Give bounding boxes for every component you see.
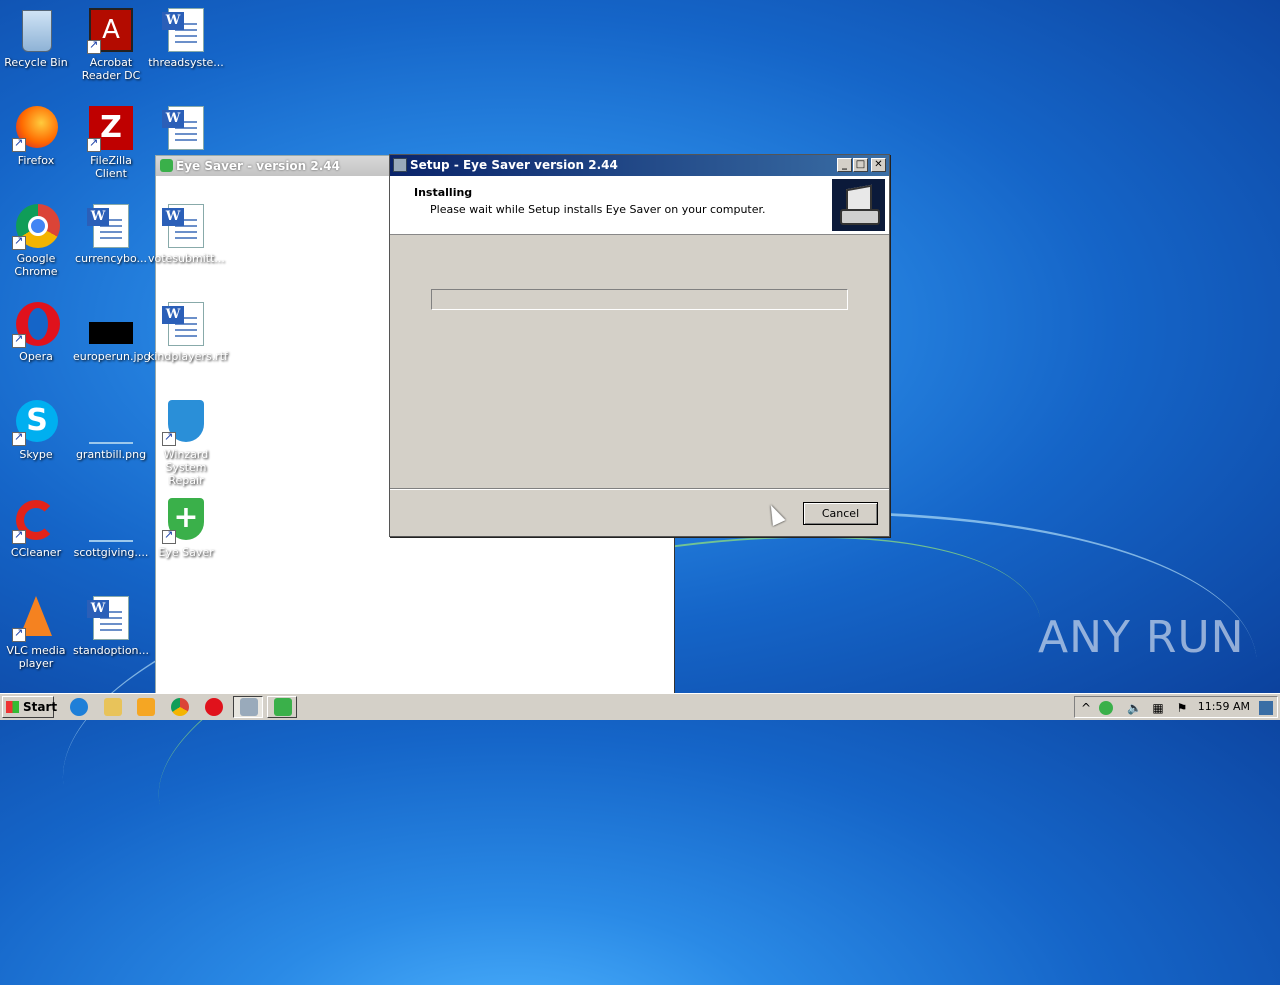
- anyrun-watermark: ANY RUN: [1038, 612, 1245, 663]
- desktop-icon-opera[interactable]: Opera: [0, 300, 74, 363]
- desktop-icon-filezilla[interactable]: Z FileZilla Client: [73, 104, 149, 180]
- setup-header: Installing Please wait while Setup insta…: [390, 176, 889, 235]
- skype-icon: S: [12, 398, 60, 446]
- close-button[interactable]: ✕: [871, 158, 886, 172]
- network-icon[interactable]: ▦: [1151, 701, 1165, 715]
- desktop-icon-standoption[interactable]: W standoption...: [73, 594, 149, 657]
- eye-saver-tray-icon[interactable]: [1099, 701, 1113, 715]
- word-document-icon: W: [162, 300, 210, 348]
- setup-dialog[interactable]: Setup - Eye Saver version 2.44 _ □ ✕ Ins…: [389, 154, 890, 537]
- setup-subheading: Please wait while Setup installs Eye Sav…: [430, 203, 766, 216]
- maximize-button[interactable]: □: [853, 158, 868, 172]
- start-button[interactable]: Start: [2, 696, 57, 718]
- filezilla-icon: Z: [87, 104, 135, 152]
- setup-taskbar-icon: [240, 698, 258, 716]
- windows-flag-icon: [6, 701, 19, 713]
- desktop-icon-google-chrome[interactable]: Google Chrome: [0, 202, 74, 278]
- setup-heading: Installing: [414, 186, 473, 199]
- ccleaner-icon: [12, 496, 60, 544]
- image-file-icon: [87, 496, 135, 544]
- word-document-icon: W: [87, 594, 135, 642]
- installer-computer-icon: [832, 179, 885, 231]
- image-file-icon: [87, 398, 135, 446]
- desktop-icon-currencybo[interactable]: W currencybo...: [73, 202, 149, 265]
- media-player-icon[interactable]: [137, 698, 155, 716]
- chrome-taskbar-icon[interactable]: [171, 698, 189, 716]
- desktop-icon-kindplayers[interactable]: W kindplayers.rtf: [148, 300, 228, 363]
- firefox-icon: [12, 104, 60, 152]
- system-tray: ^ 🔈 ▦ ⚑ 11:59 AM: [1074, 696, 1278, 718]
- chrome-icon: [12, 202, 60, 250]
- opera-icon: [12, 300, 60, 348]
- eye-saver-app-icon: [160, 159, 173, 172]
- minimize-button[interactable]: _: [837, 158, 852, 172]
- desktop-icon-grantbill[interactable]: grantbill.png: [73, 398, 149, 461]
- opera-taskbar-icon[interactable]: [205, 698, 223, 716]
- volume-icon[interactable]: 🔈: [1127, 701, 1142, 715]
- shield-icon: [162, 398, 210, 446]
- word-document-icon: W: [162, 6, 210, 54]
- desktop-icon-scottgiving[interactable]: scottgiving....: [73, 496, 149, 559]
- desktop-icon-europerun[interactable]: europerun.jpg: [73, 300, 150, 363]
- desktop-icon-recycle-bin[interactable]: Recycle Bin: [0, 6, 74, 69]
- show-hidden-icons-icon[interactable]: ^: [1079, 701, 1093, 715]
- clock[interactable]: 11:59 AM: [1198, 700, 1250, 713]
- desktop-icon-votesubmitt[interactable]: W votesubmitt...: [148, 202, 225, 265]
- desktop-icon-ccleaner[interactable]: CCleaner: [0, 496, 74, 559]
- desktop-icon-word-doc[interactable]: W: [148, 104, 224, 154]
- desktop-icon-acrobat-reader[interactable]: A Acrobat Reader DC: [73, 6, 149, 82]
- desktop-icon-skype[interactable]: S Skype: [0, 398, 74, 461]
- footer-separator: [390, 488, 889, 490]
- vlc-cone-icon: [12, 594, 60, 642]
- recycle-bin-icon: [12, 6, 60, 54]
- action-center-flag-icon[interactable]: ⚑: [1175, 701, 1189, 715]
- eye-saver-taskbar-icon: [274, 698, 292, 716]
- setup-app-icon: [393, 158, 407, 172]
- desktop-icon-eye-saver[interactable]: + Eye Saver: [148, 496, 224, 559]
- desktop-icon-vlc[interactable]: VLC media player: [0, 594, 74, 670]
- install-progress-bar: [431, 289, 848, 310]
- cancel-button[interactable]: Cancel: [803, 502, 878, 525]
- internet-explorer-icon[interactable]: [70, 698, 88, 716]
- word-document-icon: W: [162, 104, 210, 152]
- acrobat-icon: A: [87, 6, 135, 54]
- taskbar: Start ^ 🔈 ▦ ⚑ 11:59 AM: [0, 693, 1280, 720]
- word-document-icon: W: [87, 202, 135, 250]
- desktop-icon-threadsyste[interactable]: W threadsyste...: [148, 6, 224, 69]
- desktop-icon-firefox[interactable]: Firefox: [0, 104, 74, 167]
- image-file-icon: [87, 300, 135, 348]
- setup-title-bar[interactable]: Setup - Eye Saver version 2.44 _ □ ✕: [390, 155, 889, 176]
- eye-saver-taskbar-button[interactable]: [267, 696, 297, 718]
- desktop-icon-winzard[interactable]: Winzard System Repair: [148, 398, 224, 487]
- setup-title: Setup - Eye Saver version 2.44: [410, 158, 618, 172]
- file-explorer-icon[interactable]: [104, 698, 122, 716]
- word-document-icon: W: [162, 202, 210, 250]
- show-desktop-icon[interactable]: [1259, 701, 1273, 715]
- green-cross-shield-icon: +: [162, 496, 210, 544]
- window-divider: [674, 538, 675, 694]
- setup-taskbar-button[interactable]: [233, 696, 263, 718]
